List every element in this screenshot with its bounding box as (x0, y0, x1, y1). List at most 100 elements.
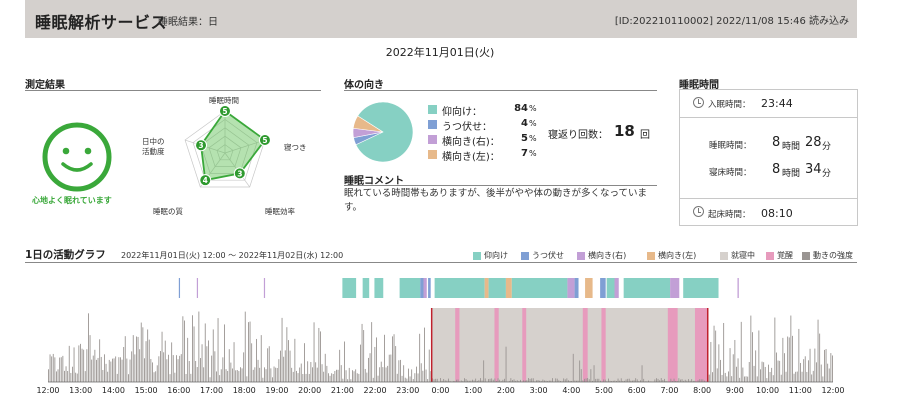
activity-bar (726, 376, 728, 382)
activity-bar (494, 378, 496, 382)
activity-bar (257, 359, 259, 382)
toss-count-value: 18 (614, 122, 635, 140)
activity-bar (505, 346, 507, 382)
legend-swatch-awake (766, 252, 774, 260)
activity-bar (806, 371, 808, 382)
activity-bar (691, 379, 693, 382)
legend-swatch-right (577, 252, 585, 260)
activity-bar (480, 378, 481, 382)
activity-bar (92, 355, 94, 382)
activity-bar (635, 378, 637, 382)
activity-bar (756, 376, 758, 382)
activity-bar (312, 367, 313, 382)
activity-bar (166, 359, 168, 382)
activity-bar (344, 341, 345, 382)
activity-bar (491, 378, 493, 382)
activity-bar (771, 367, 773, 382)
activity-bar (300, 363, 302, 382)
activity-bar (168, 354, 169, 382)
radar-score-value: 5 (262, 136, 267, 145)
posture-segment (614, 278, 619, 298)
activity-bar (620, 378, 622, 382)
activity-bar (408, 368, 409, 382)
activity-bar (289, 350, 291, 382)
activity-bar (708, 374, 710, 382)
activity-bar (83, 349, 85, 382)
activity-bar (790, 315, 792, 382)
time-tick-label: 12:00 (821, 386, 845, 395)
posture-segment (399, 278, 421, 298)
activity-bar (180, 354, 182, 382)
activity-bar (532, 378, 534, 382)
record-meta: [ID:202210110002] 2022/11/08 15:46 読み込み (614, 16, 849, 27)
activity-bar (827, 363, 829, 382)
activity-bar (715, 330, 717, 382)
sleep-duration-hours: 8 (772, 135, 781, 150)
posture-segment (600, 278, 606, 298)
orientation-pie-chart (352, 101, 414, 163)
activity-bar (776, 352, 777, 382)
left-side-unit: % (529, 149, 537, 158)
sleep-time-divider-bottom (679, 198, 858, 199)
activity-bar (734, 339, 736, 382)
activity-bar (392, 336, 393, 382)
activity-bar (608, 378, 609, 382)
activity-bar (353, 371, 355, 382)
activity-bar (188, 361, 190, 382)
activity-bar (64, 370, 65, 382)
activity-bar (664, 378, 665, 382)
activity-bar (761, 361, 763, 382)
activity-bar (342, 378, 344, 382)
posture-segment (488, 278, 506, 298)
activity-bar (84, 371, 86, 382)
legend-awake: 覚醒 (777, 251, 793, 260)
activity-bar (113, 358, 115, 382)
activity-title: 1日の活動グラフ (25, 249, 106, 261)
activity-bar (70, 372, 72, 382)
activity-bar (275, 367, 277, 382)
activity-bar (830, 353, 832, 382)
activity-bar (267, 348, 269, 382)
activity-bar (483, 360, 485, 382)
activity-bar (699, 379, 701, 382)
activity-bar (134, 354, 136, 382)
activity-bar (724, 372, 726, 382)
activity-bar (259, 367, 261, 382)
activity-bar (784, 353, 785, 382)
activity-bar (131, 351, 133, 382)
activity-bar (316, 367, 318, 382)
activity-bar (104, 354, 105, 382)
comment-divider (344, 185, 657, 186)
awake-segment (522, 308, 527, 382)
activity-bar (416, 366, 417, 382)
page-subtitle: 睡眠結果：日 (158, 17, 218, 28)
comment-text: 眠れている時間帯もありますが、後半がやや体の動きが多くなっています。 (344, 188, 648, 213)
activity-bar (68, 345, 70, 382)
awake-segment (667, 308, 678, 382)
activity-bar (121, 359, 123, 382)
time-tick-label: 15:00 (134, 386, 158, 395)
activity-bar (142, 327, 144, 382)
sleep-status-label: 心地よく眠れています (32, 196, 112, 205)
activity-bar (422, 370, 424, 382)
activity-bar (425, 369, 427, 382)
time-tick-label: 14:00 (101, 386, 125, 395)
sleep-duration-label: 睡眠時間： (709, 141, 752, 151)
posture-segment (428, 278, 431, 298)
sleep-duration-hours-unit: 時間 (782, 142, 801, 152)
activity-bar (78, 345, 80, 382)
activity-bar (772, 375, 774, 382)
activity-bar (412, 379, 414, 382)
activity-bar (440, 378, 441, 382)
activity-bar (345, 370, 347, 382)
time-tick-label: 10:00 (756, 386, 780, 395)
activity-bar (420, 363, 422, 382)
time-tick-label: 0:00 (431, 386, 450, 395)
radar-label-sleep-time: 睡眠時間 (209, 96, 239, 105)
activity-bar (358, 373, 360, 382)
activity-bar (657, 378, 659, 382)
activity-bar (140, 322, 142, 382)
activity-bar (280, 350, 281, 382)
activity-bar (48, 369, 49, 382)
posture-segment (623, 278, 671, 298)
